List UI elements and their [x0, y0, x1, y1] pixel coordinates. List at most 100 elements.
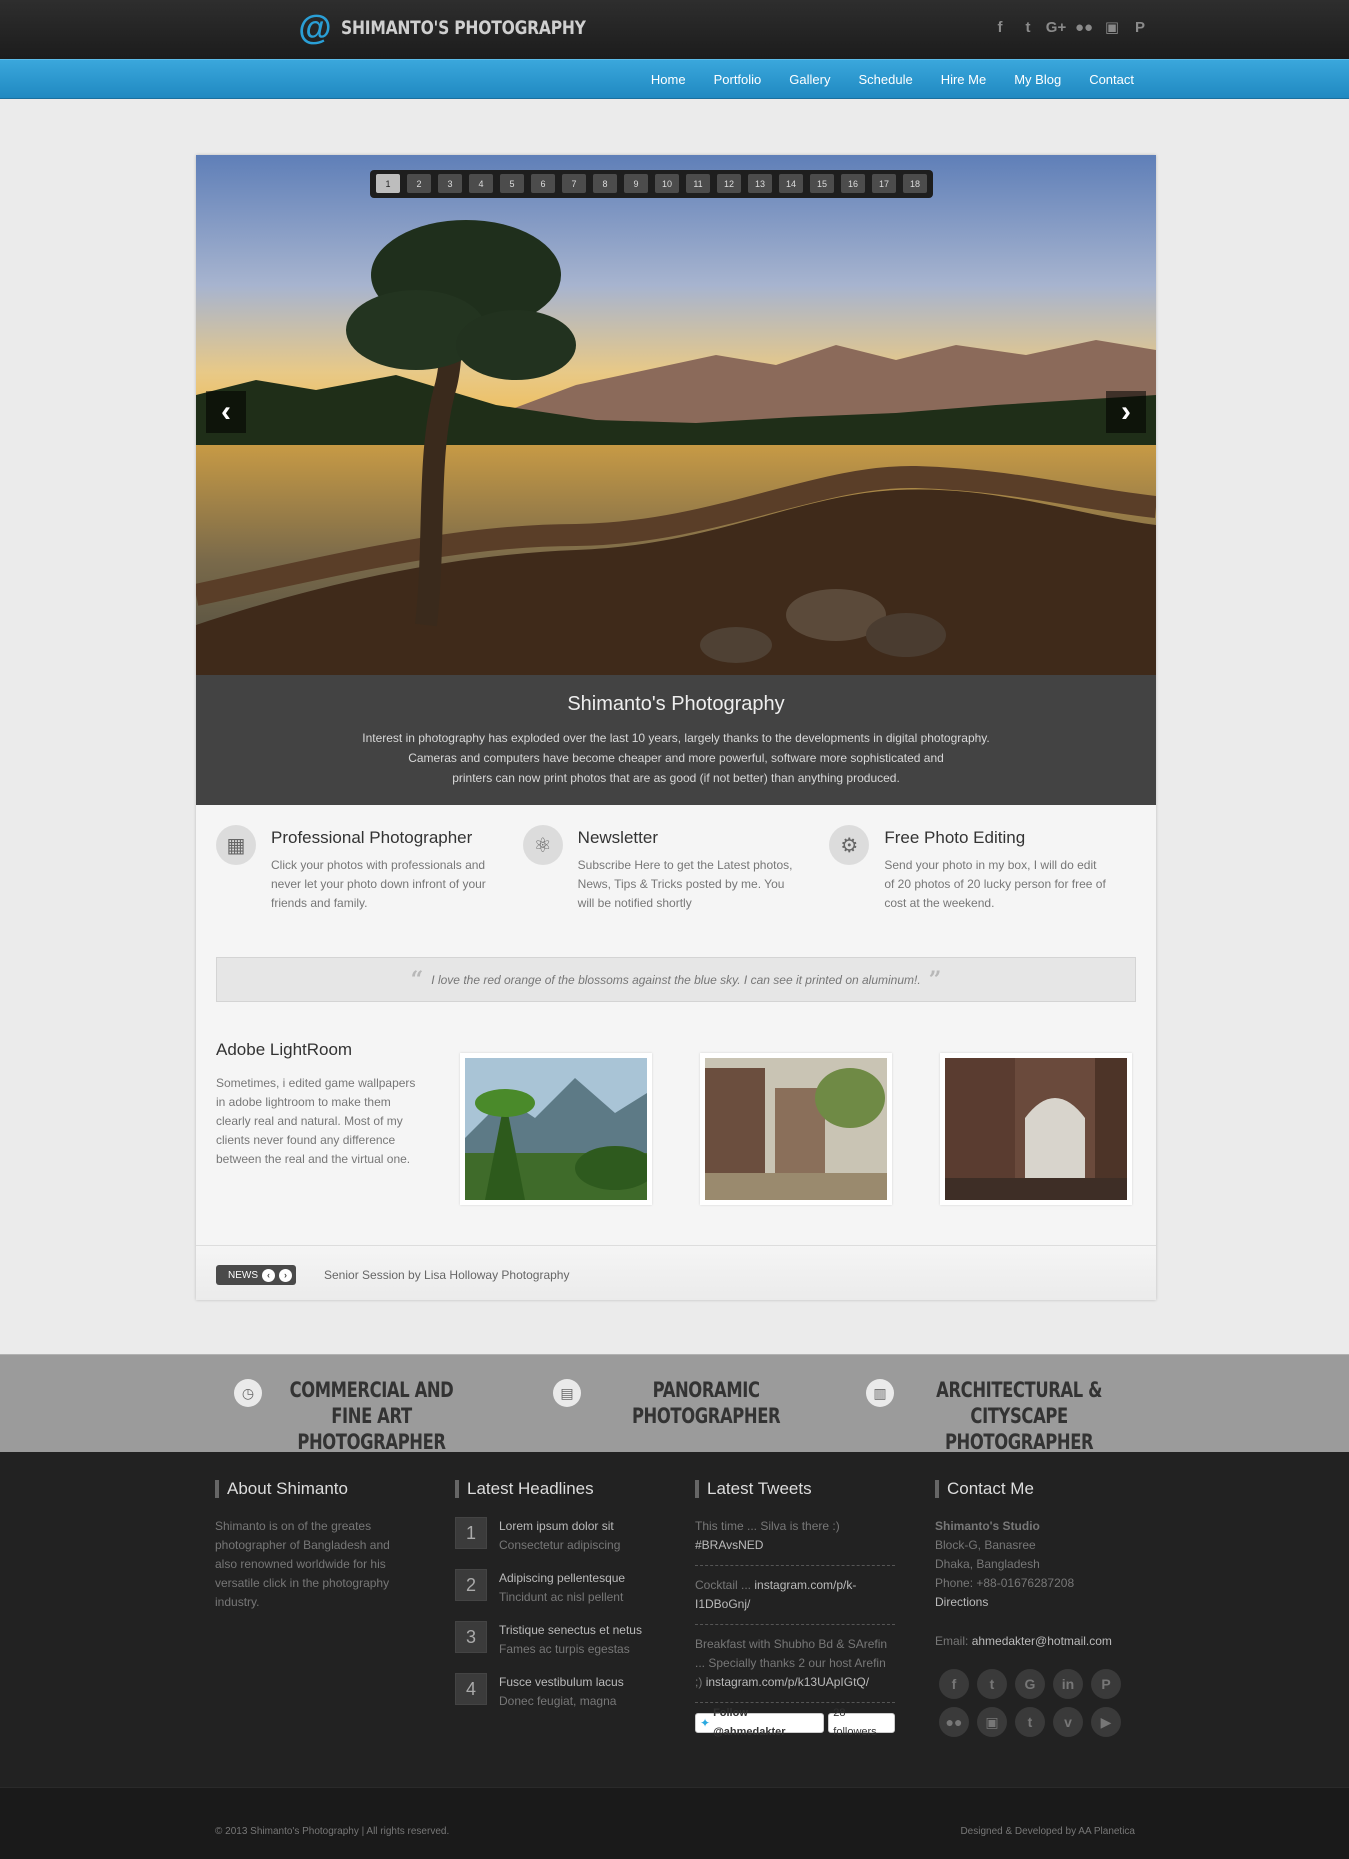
- thumb-image: [705, 1058, 887, 1200]
- quote-text: I love the red orange of the blossoms ag…: [431, 972, 921, 987]
- tweet-item: This time ... Silva is there :) #BRAvsNE…: [695, 1517, 895, 1566]
- thumb-image: [465, 1058, 647, 1200]
- slider-page-7[interactable]: 7: [562, 174, 586, 193]
- facebook-icon[interactable]: f: [939, 1669, 969, 1699]
- youtube-icon[interactable]: ▶: [1091, 1707, 1121, 1737]
- gallery-thumb-archway[interactable]: [940, 1053, 1132, 1205]
- nav-gallery[interactable]: Gallery: [775, 72, 844, 87]
- close-quote-icon: ”: [928, 966, 942, 993]
- footer-contact-title: Contact Me: [935, 1480, 1135, 1498]
- gallery-thumb-jungle[interactable]: [460, 1053, 652, 1205]
- twitter-follow-button[interactable]: ✦ Follow @ahmedakter: [695, 1707, 825, 1738]
- slider-page-11[interactable]: 11: [686, 174, 710, 193]
- gallery-thumb-ruins[interactable]: [700, 1053, 892, 1205]
- contact-address-2: Dhaka, Bangladesh: [935, 1557, 1040, 1571]
- headline-title[interactable]: Lorem ipsum dolor sit: [499, 1517, 620, 1536]
- tweet-text: This time ... Silva is there :): [695, 1519, 840, 1533]
- email-label: Email:: [935, 1634, 969, 1648]
- nav-schedule[interactable]: Schedule: [844, 72, 926, 87]
- news-next-button[interactable]: ›: [279, 1268, 292, 1282]
- slider-page-8[interactable]: 8: [593, 174, 617, 193]
- directions-link[interactable]: Directions: [935, 1595, 988, 1609]
- nav-hire-me[interactable]: Hire Me: [927, 72, 1001, 87]
- pinterest-icon[interactable]: P: [1091, 1669, 1121, 1699]
- nav-my-blog[interactable]: My Blog: [1000, 72, 1075, 87]
- main-nav: Home Portfolio Gallery Schedule Hire Me …: [637, 60, 1148, 98]
- tweets-list: This time ... Silva is there :) #BRAvsNE…: [695, 1517, 895, 1738]
- slider-pagination: 1 2 3 4 5 6 7 8 9 10 11 12 13 14 15 16 17 18: [370, 170, 933, 198]
- footer-headlines-title: Latest Headlines: [455, 1480, 655, 1498]
- instagram-icon[interactable]: ▣: [1103, 18, 1121, 36]
- top-header: @ Shimanto's Photography f t G+ ●● ▣ P: [0, 0, 1349, 59]
- service-title: Panoramic Photographer: [631, 1378, 781, 1428]
- headline-item[interactable]: 3 Tristique senectus et netus Fames ac tu…: [455, 1621, 655, 1659]
- slider-page-5[interactable]: 5: [500, 174, 524, 193]
- slider-page-3[interactable]: 3: [438, 174, 462, 193]
- headline-number: 2: [455, 1569, 487, 1601]
- pinterest-icon[interactable]: P: [1131, 18, 1149, 36]
- newspaper-icon: ▤: [553, 1379, 581, 1407]
- slider-page-15[interactable]: 15: [810, 174, 834, 193]
- bottom-bar: © 2013 Shimanto's Photography | All righ…: [0, 1787, 1349, 1859]
- facebook-icon[interactable]: f: [991, 18, 1009, 36]
- caption-title: Shimanto's Photography: [567, 693, 785, 715]
- instagram-icon[interactable]: ▣: [977, 1707, 1007, 1737]
- slider-page-16[interactable]: 16: [841, 174, 865, 193]
- slider-page-14[interactable]: 14: [779, 174, 803, 193]
- feature-text: Subscribe Here to get the Latest photos,…: [577, 858, 793, 910]
- tweet-item: Cocktail ... instagram.com/p/k-I1DBoGnj/: [695, 1576, 895, 1625]
- nav-portfolio[interactable]: Portfolio: [700, 72, 776, 87]
- feature-text: Click your photos with professionals and…: [271, 858, 486, 910]
- caption-line-1: Interest in photography has exploded ove…: [362, 731, 990, 745]
- service-title: Architectural & Cityscape Photographer: [936, 1378, 1103, 1454]
- slider-page-13[interactable]: 13: [748, 174, 772, 193]
- tweet-link[interactable]: instagram.com/p/k13UApIGtQ/: [706, 1675, 869, 1689]
- twitter-icon[interactable]: t: [1019, 18, 1037, 36]
- headline-title[interactable]: Tristique senectus et netus: [499, 1621, 642, 1640]
- slider-next-button[interactable]: ›: [1106, 391, 1146, 433]
- headline-number: 1: [455, 1517, 487, 1549]
- news-headline-link[interactable]: Senior Session by Lisa Holloway Photogra…: [324, 1268, 569, 1282]
- gear-icon: ⚙: [829, 825, 870, 865]
- slider-page-4[interactable]: 4: [469, 174, 493, 193]
- flickr-icon[interactable]: ●●: [1075, 18, 1093, 36]
- headline-item[interactable]: 4 Fusce vestibulum lacus Donec feugiat, m…: [455, 1673, 655, 1711]
- headline-sub: Donec feugiat, magna: [499, 1694, 617, 1708]
- nav-home[interactable]: Home: [637, 72, 700, 87]
- footer-tweets: Latest Tweets This time ... Silva is the…: [695, 1480, 895, 1738]
- image-slider: 1 2 3 4 5 6 7 8 9 10 11 12 13 14 15 16 17 18 ‹ ›: [196, 155, 1156, 675]
- news-prev-button[interactable]: ‹: [262, 1268, 275, 1282]
- feature-title: Free Photo Editing: [884, 828, 1026, 847]
- site-logo[interactable]: @ Shimanto's Photography: [297, 10, 639, 46]
- headline-title[interactable]: Adipiscing pellentesque: [499, 1569, 625, 1588]
- headline-sub: Consectetur adipiscing: [499, 1538, 621, 1552]
- slider-page-2[interactable]: 2: [407, 174, 431, 193]
- slider-prev-button[interactable]: ‹: [206, 391, 246, 433]
- headline-item[interactable]: 2 Adipiscing pellentesque Tincidunt ac ni…: [455, 1569, 655, 1607]
- vimeo-icon[interactable]: v: [1053, 1707, 1083, 1737]
- lightroom-title: Adobe LightRoom: [216, 1040, 353, 1059]
- slider-page-17[interactable]: 17: [872, 174, 896, 193]
- slider-page-10[interactable]: 10: [655, 174, 679, 193]
- twitter-icon[interactable]: t: [977, 1669, 1007, 1699]
- slide-landscape-image: [196, 155, 1156, 675]
- headline-item[interactable]: 1 Lorem ipsum dolor sit Consectetur adipi…: [455, 1517, 655, 1555]
- gallery-thumbnails: [460, 1053, 1132, 1205]
- email-link[interactable]: ahmedakter@hotmail.com: [972, 1634, 1112, 1648]
- feature-text: Send your photo in my box, I will do edi…: [884, 858, 1106, 910]
- slider-page-6[interactable]: 6: [531, 174, 555, 193]
- slider-page-12[interactable]: 12: [717, 174, 741, 193]
- caption-line-2: Cameras and computers have become cheape…: [408, 751, 944, 765]
- flickr-icon[interactable]: ●●: [939, 1707, 969, 1737]
- google-plus-icon[interactable]: G+: [1046, 18, 1066, 36]
- nav-contact[interactable]: Contact: [1075, 72, 1148, 87]
- slider-page-1[interactable]: 1: [376, 174, 400, 193]
- linkedin-icon[interactable]: in: [1053, 1669, 1083, 1699]
- google-plus-icon[interactable]: G: [1015, 1669, 1045, 1699]
- headline-title[interactable]: Fusce vestibulum lacus: [499, 1673, 624, 1692]
- footer-about-title: About Shimanto: [215, 1480, 415, 1498]
- tweet-link[interactable]: #BRAvsNED: [695, 1538, 763, 1552]
- tumblr-icon[interactable]: t: [1015, 1707, 1045, 1737]
- slider-page-9[interactable]: 9: [624, 174, 648, 193]
- slider-page-18[interactable]: 18: [903, 174, 927, 193]
